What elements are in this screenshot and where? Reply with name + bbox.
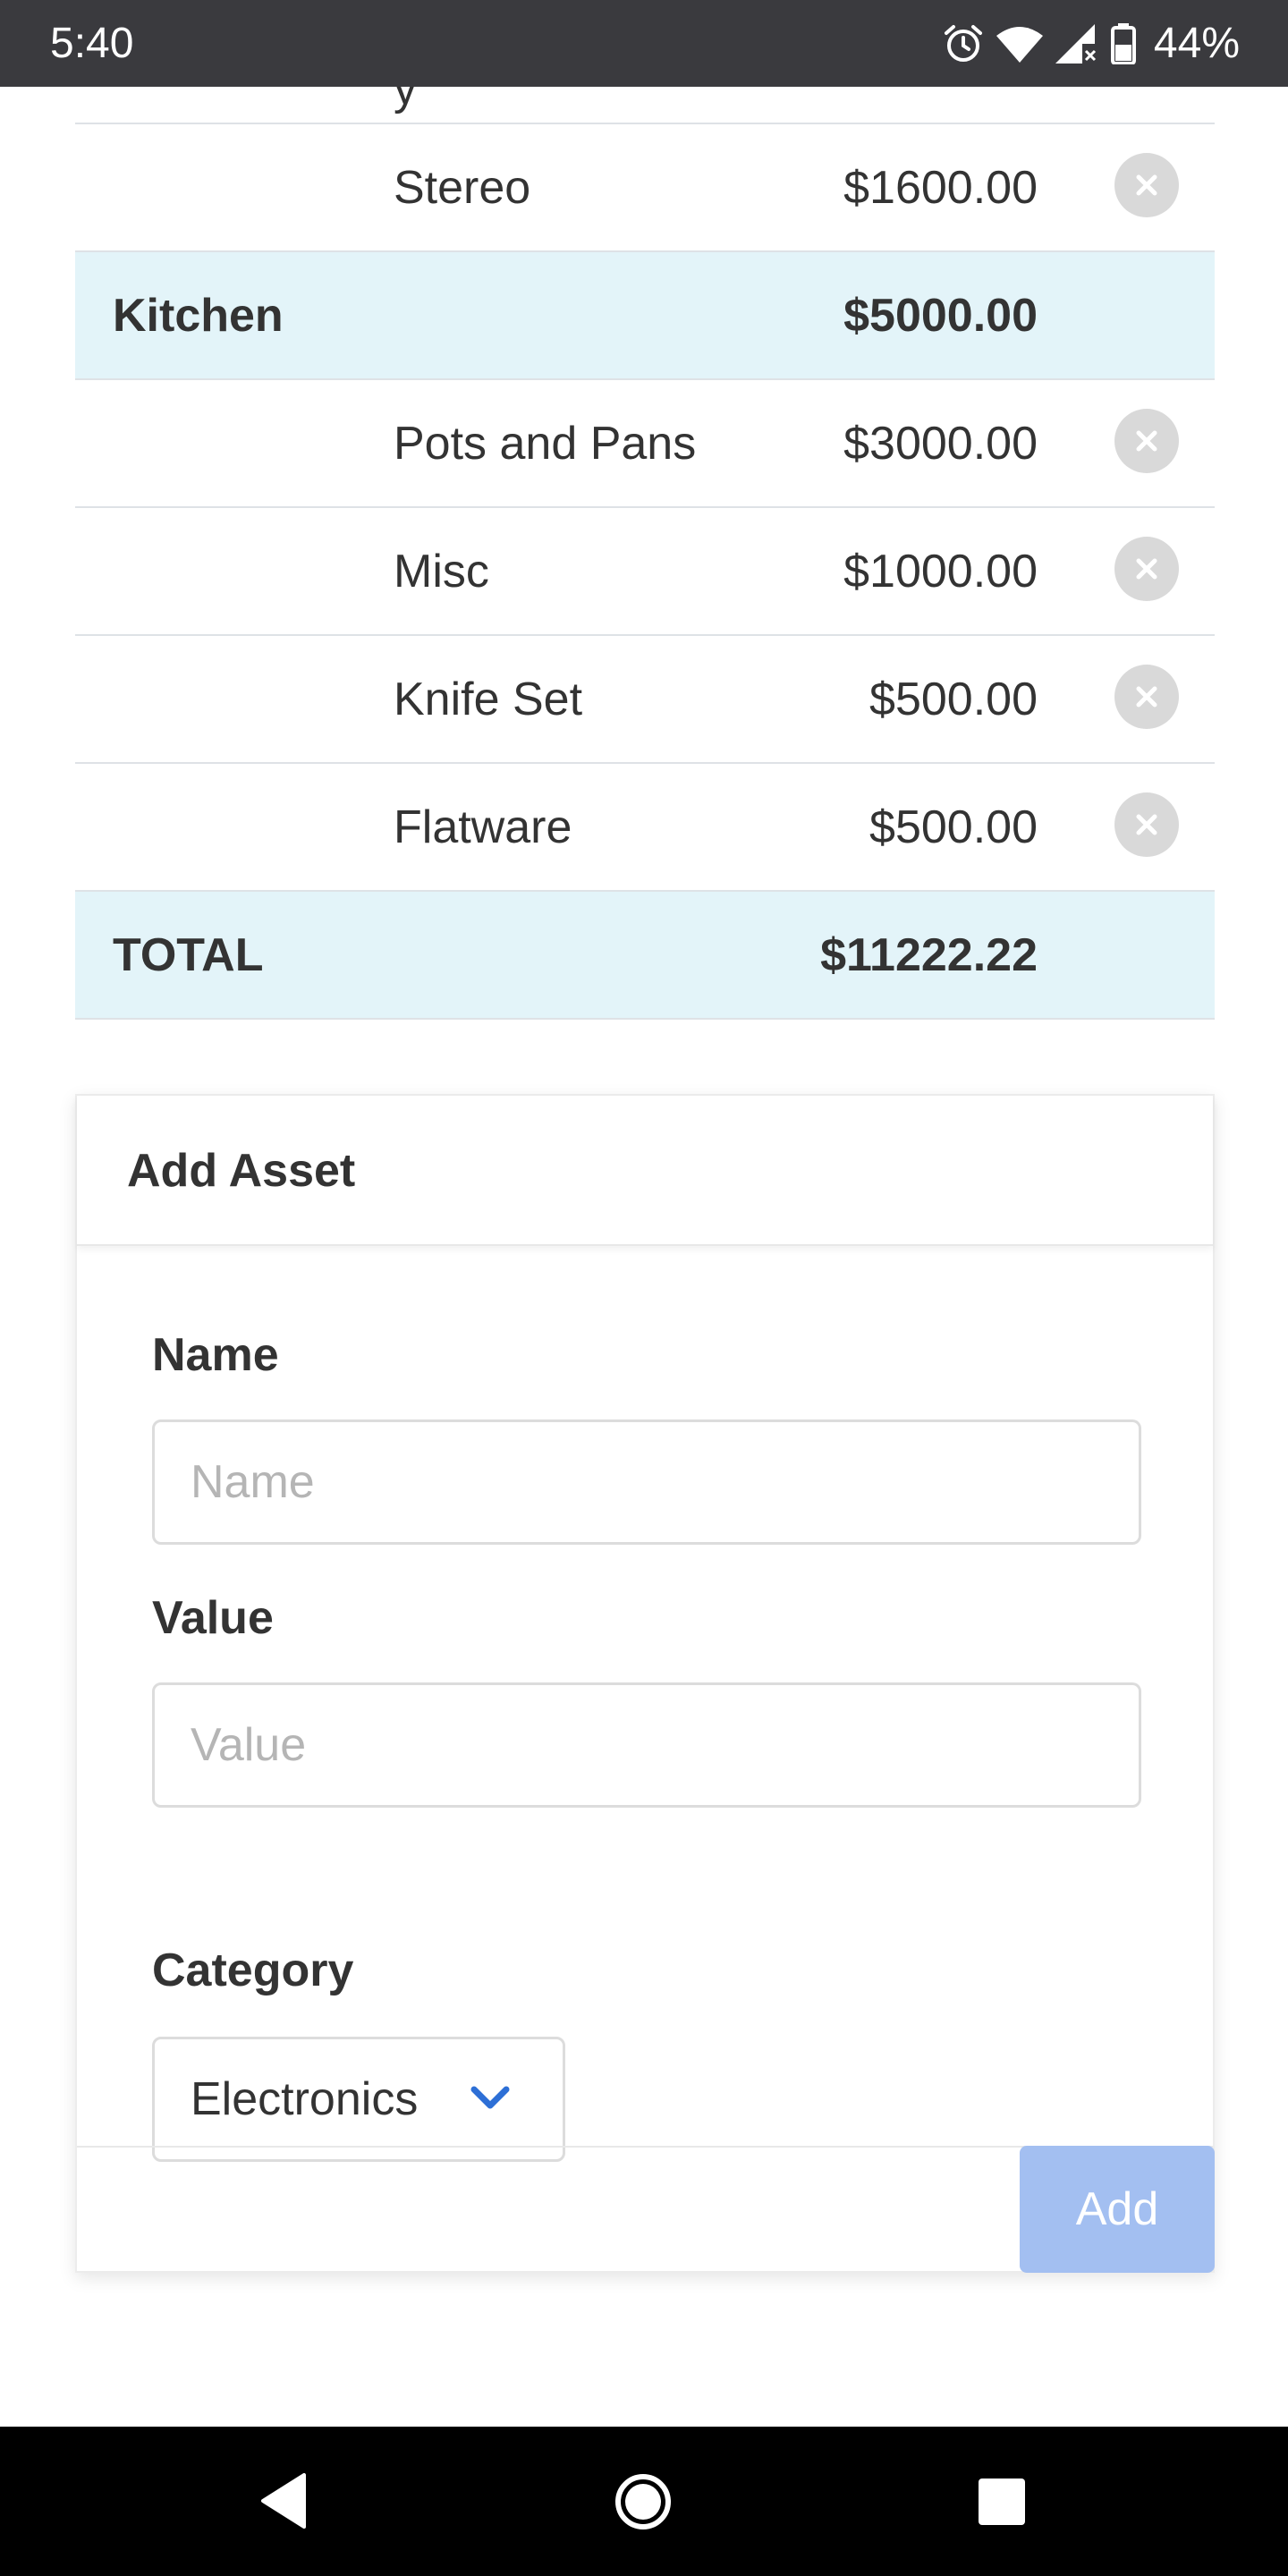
name-label: Name [152, 1329, 279, 1381]
home-icon[interactable] [614, 2472, 673, 2536]
item-name: Stereo [394, 161, 531, 214]
table-row: Pots and Pans $3000.00 [75, 380, 1215, 508]
cell-signal-icon [1055, 24, 1098, 64]
chevron-down-icon [470, 2084, 511, 2115]
table-row-partial: y [75, 87, 1215, 124]
close-icon [1136, 430, 1157, 452]
navigation-bar [0, 2427, 1288, 2576]
category-selected: Electronics [191, 2073, 419, 2125]
battery-icon [1110, 23, 1136, 64]
remove-item-button[interactable] [1114, 537, 1179, 601]
item-value: $500.00 [869, 801, 1038, 853]
item-value: $500.00 [869, 673, 1038, 725]
remove-item-button[interactable] [1114, 665, 1179, 729]
item-name: Pots and Pans [394, 417, 697, 470]
card-header: Add Asset [77, 1096, 1213, 1246]
status-time: 5:40 [50, 20, 134, 67]
total-value: $11222.22 [820, 928, 1038, 981]
item-value: $1600.00 [843, 161, 1038, 214]
add-asset-card: Add Asset Name Value Category Electronic… [75, 1094, 1215, 2273]
asset-table: y Stereo $1600.00 Kitchen $5000.00 Pots … [75, 87, 1215, 1020]
category-row-kitchen: Kitchen $5000.00 [75, 252, 1215, 380]
value-label: Value [152, 1592, 274, 1644]
category-value: $5000.00 [843, 289, 1038, 342]
item-name: Flatware [394, 801, 572, 853]
name-input[interactable] [152, 1419, 1141, 1545]
total-label: TOTAL [113, 928, 264, 981]
back-icon[interactable] [259, 2473, 308, 2533]
wifi-icon [996, 25, 1043, 63]
add-button[interactable]: Add [1020, 2146, 1215, 2273]
close-icon [1136, 558, 1157, 580]
status-icons: 44% [943, 20, 1240, 68]
card-title: Add Asset [127, 1145, 356, 1197]
table-row: Flatware $500.00 [75, 764, 1215, 892]
page-content[interactable]: y Stereo $1600.00 Kitchen $5000.00 Pots … [0, 87, 1288, 2427]
alarm-icon [943, 23, 984, 64]
category-name: Kitchen [113, 289, 284, 342]
table-row: Knife Set $500.00 [75, 636, 1215, 764]
close-icon [1136, 174, 1157, 196]
table-row: Stereo $1600.00 [75, 124, 1215, 252]
item-name: Knife Set [394, 673, 583, 725]
battery-percent: 44% [1153, 20, 1240, 67]
value-input[interactable] [152, 1682, 1141, 1808]
item-value: $1000.00 [843, 545, 1038, 597]
table-row: Misc $1000.00 [75, 508, 1215, 636]
remove-item-button[interactable] [1114, 409, 1179, 473]
close-icon [1136, 686, 1157, 708]
card-footer: Add [77, 2146, 1215, 2273]
item-value: $3000.00 [843, 417, 1038, 470]
remove-item-button[interactable] [1114, 792, 1179, 857]
total-row: TOTAL $11222.22 [75, 892, 1215, 1020]
category-label: Category [152, 1945, 354, 1996]
status-bar: 5:40 44% [0, 0, 1288, 87]
item-name: Misc [394, 545, 489, 597]
category-select[interactable]: Electronics [152, 2037, 565, 2162]
close-icon [1136, 814, 1157, 835]
remove-item-button[interactable] [1114, 153, 1179, 217]
recents-icon[interactable] [979, 2479, 1025, 2525]
